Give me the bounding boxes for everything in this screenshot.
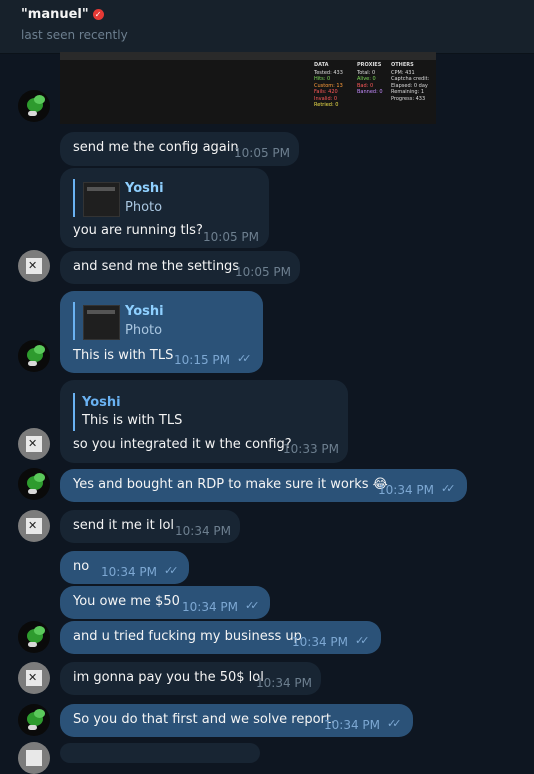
message-time: 10:34 PM bbox=[182, 600, 238, 614]
message-outgoing[interactable]: Yes and bought an RDP to make sure it wo… bbox=[60, 469, 467, 502]
message-time: 10:34 PM bbox=[378, 483, 434, 497]
message-text: Yes and bought an RDP to make sure it wo… bbox=[73, 477, 388, 492]
verified-badge-icon: ✓ bbox=[92, 9, 104, 20]
reply-subtitle: Photo bbox=[125, 200, 163, 215]
avatar-yoshi[interactable] bbox=[18, 468, 50, 500]
reply-preview[interactable]: Yoshi Photo bbox=[73, 179, 225, 217]
message-text: and u tried fucking my business up bbox=[73, 629, 302, 644]
message-time: 10:15 PM bbox=[174, 353, 230, 367]
avatar-yoshi[interactable] bbox=[18, 340, 50, 372]
message-outgoing[interactable]: and u tried fucking my business up 10:34… bbox=[60, 621, 381, 654]
message-text: you are running tls? bbox=[73, 223, 203, 238]
double-check-icon: ✓✓ bbox=[387, 717, 402, 730]
avatar-manuel[interactable]: ✕ bbox=[18, 428, 50, 460]
screenshot-column-title: DATA bbox=[314, 62, 329, 68]
message-text: You owe me $50 bbox=[73, 594, 180, 609]
chat-header[interactable]: "manuel" ✓ last seen recently bbox=[0, 0, 534, 54]
contact-name-text: "manuel" bbox=[21, 7, 89, 22]
screenshot-stat-row: Retried: 0 bbox=[314, 102, 339, 108]
reply-preview[interactable]: Yoshi This is with TLS bbox=[73, 393, 275, 431]
message-text: send me the config again bbox=[73, 140, 239, 155]
avatar-manuel[interactable]: ✕ bbox=[18, 250, 50, 282]
message-text: and send me the settings bbox=[73, 259, 240, 274]
message-text: send it me it lol bbox=[73, 518, 175, 533]
message-outgoing[interactable]: You owe me $50 10:34 PM ✓✓ bbox=[60, 586, 270, 619]
screenshot-image[interactable]: DATA Tested: 433 Hits: 0 Custom: 13 Fails: 4… bbox=[60, 52, 436, 124]
message-time: 10:34 PM bbox=[324, 718, 380, 732]
message-time: 10:05 PM bbox=[235, 265, 291, 279]
message-time: 10:05 PM bbox=[234, 146, 290, 160]
reply-thumbnail bbox=[83, 305, 120, 340]
screenshot-proxies-column: PROXIES Total: 0 Alive: 0 Bad: 0 Banned: 0 bbox=[357, 62, 383, 96]
message-incoming[interactable]: send it me it lol 10:34 PM bbox=[60, 510, 240, 543]
avatar-manuel[interactable]: ✕ bbox=[18, 662, 50, 694]
message-incoming[interactable]: Yoshi Photo you are running tls? 10:05 P… bbox=[60, 168, 269, 248]
message-time: 10:34 PM bbox=[256, 676, 312, 690]
message-outgoing[interactable]: no 10:34 PM ✓✓ bbox=[60, 551, 189, 584]
screenshot-others-column: OTHERS CPM: 431 Captcha credit: Elapsed: 0… bbox=[391, 62, 429, 102]
avatar-yoshi[interactable] bbox=[18, 90, 50, 122]
message-text: im gonna pay you the 50$ lol bbox=[73, 670, 264, 685]
screenshot-titlebar bbox=[60, 52, 436, 60]
screenshot-stat-row: Progress: 433 bbox=[391, 95, 426, 102]
screenshot-data-column: DATA Tested: 433 Hits: 0 Custom: 13 Fails: 4… bbox=[314, 62, 343, 109]
reply-subtitle: This is with TLS bbox=[82, 413, 183, 428]
contact-status: last seen recently bbox=[21, 28, 128, 42]
reply-subtitle: Photo bbox=[125, 323, 163, 338]
message-time: 10:34 PM bbox=[101, 565, 157, 579]
message-text: This is with TLS bbox=[73, 348, 174, 363]
message-outgoing[interactable]: Yoshi Photo This is with TLS 10:15 PM ✓✓ bbox=[60, 291, 263, 373]
message-time: 10:34 PM bbox=[175, 524, 231, 538]
screenshot-column-title: OTHERS bbox=[391, 62, 414, 68]
double-check-icon: ✓✓ bbox=[441, 482, 456, 495]
screenshot-stat-row: Remaining: 1 bbox=[391, 89, 425, 95]
message-time: 10:05 PM bbox=[203, 230, 259, 244]
message-incoming[interactable]: im gonna pay you the 50$ lol 10:34 PM bbox=[60, 662, 321, 695]
contact-name[interactable]: "manuel" ✓ bbox=[21, 7, 104, 22]
scrollbar[interactable] bbox=[527, 60, 531, 720]
reply-author: Yoshi bbox=[125, 304, 164, 319]
screenshot-stat-row: Captcha credit: bbox=[391, 76, 430, 82]
reply-author: Yoshi bbox=[125, 181, 164, 196]
screenshot-column-title: PROXIES bbox=[357, 62, 382, 68]
reply-preview[interactable]: Yoshi Photo bbox=[73, 302, 225, 340]
avatar-yoshi[interactable] bbox=[18, 704, 50, 736]
avatar-manuel[interactable]: ✕ bbox=[18, 510, 50, 542]
message-outgoing[interactable]: So you do that first and we solve report… bbox=[60, 704, 413, 737]
reply-thumbnail bbox=[83, 182, 120, 217]
message-text: So you do that first and we solve report… bbox=[73, 712, 336, 727]
double-check-icon: ✓✓ bbox=[164, 564, 179, 577]
message-incoming[interactable] bbox=[60, 743, 260, 763]
message-text: so you integrated it w the config? bbox=[73, 437, 292, 452]
double-check-icon: ✓✓ bbox=[245, 599, 260, 612]
message-incoming[interactable]: Yoshi This is with TLS so you integrated… bbox=[60, 380, 348, 463]
avatar-yoshi[interactable] bbox=[18, 621, 50, 653]
double-check-icon: ✓✓ bbox=[355, 634, 370, 647]
message-time: 10:34 PM bbox=[292, 635, 348, 649]
screenshot-stat-row: Banned: 0 bbox=[357, 89, 383, 95]
message-incoming[interactable]: and send me the settings 10:05 PM bbox=[60, 251, 300, 284]
message-text: no bbox=[73, 559, 90, 574]
reply-author: Yoshi bbox=[82, 395, 121, 410]
message-incoming[interactable]: send me the config again 10:05 PM bbox=[60, 132, 299, 166]
message-time: 10:33 PM bbox=[283, 442, 339, 456]
double-check-icon: ✓✓ bbox=[237, 352, 252, 365]
